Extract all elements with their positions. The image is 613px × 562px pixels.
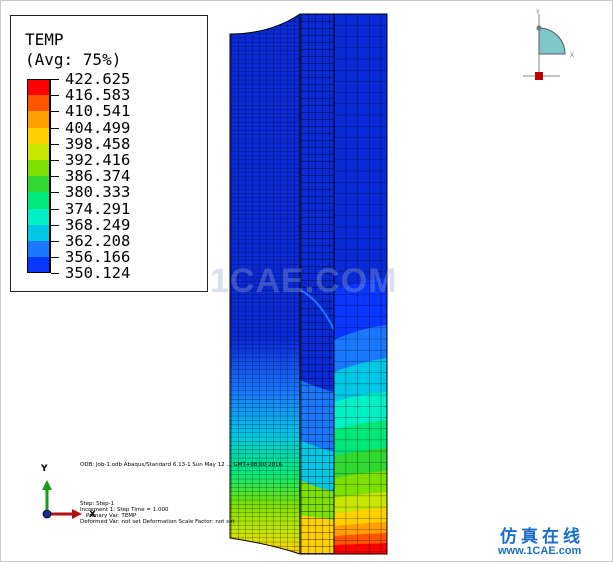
deformed-var-line: Deformed Var: not set Deformation Scale … xyxy=(80,519,235,525)
url-watermark: www.1CAE.com xyxy=(498,545,582,557)
view-orientation-icon[interactable]: Y X xyxy=(520,6,580,81)
viewcube-y-label: Y xyxy=(535,9,540,16)
triad-x-label: X xyxy=(89,510,96,520)
odb-info-line: ODB: Job-1.odb Abaqus/Standard 6.13-1 Su… xyxy=(80,462,282,468)
triad-y-label: Y xyxy=(41,464,48,474)
brand-watermark: 仿真在线 xyxy=(500,527,584,547)
center-watermark: 1CAE.COM xyxy=(210,262,398,300)
viewcube-x-label: X xyxy=(570,52,574,59)
